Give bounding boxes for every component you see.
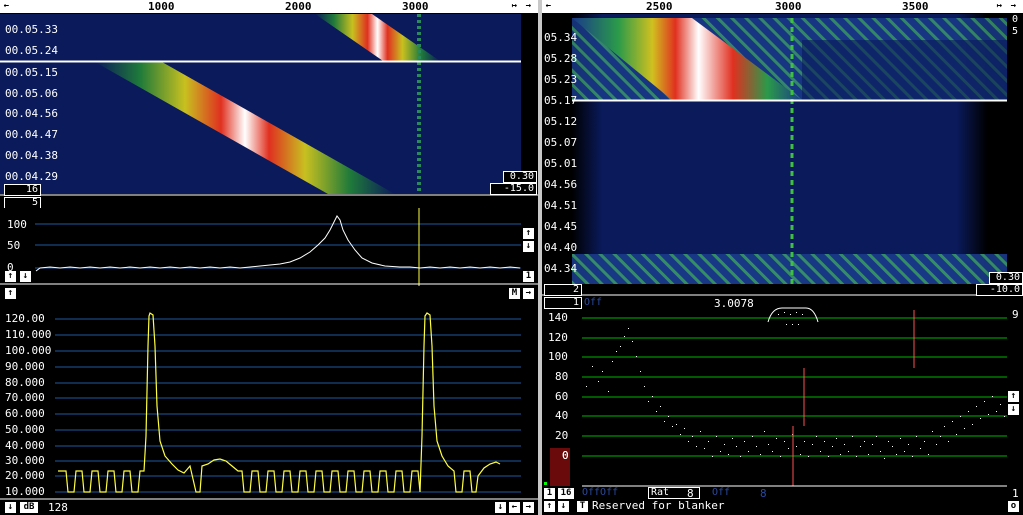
- right-top-label: 0: [1012, 14, 1019, 25]
- right-time-label: 05.34: [544, 31, 578, 44]
- right-status-1-button[interactable]: 1: [544, 488, 555, 499]
- right-time-label: 05.07: [544, 136, 578, 149]
- right-time-label: 04.45: [544, 220, 578, 233]
- right-time-label: 04.40: [544, 241, 578, 254]
- left-avg-field[interactable]: 16: [4, 184, 41, 196]
- timing-y-label: 120.00: [5, 312, 45, 325]
- blanker-status-text: Reserved for blanker: [592, 499, 725, 512]
- right-graph-panel[interactable]: 1 Off 3.0078 9 1 140 120 100 80 60 40 20…: [542, 296, 1023, 515]
- timing-y-label: 90.000: [5, 360, 45, 373]
- left-spectrum-panel[interactable]: 100 50 0 ↑ ↓ ↑ ↓ 1: [0, 208, 538, 286]
- timing-down-button[interactable]: ↓: [495, 502, 506, 513]
- timing-y-label: 110.000: [5, 328, 52, 341]
- right-graph-y-label: 80: [555, 370, 569, 383]
- right-graph-y-label: 100: [548, 350, 568, 363]
- right-status-16-button[interactable]: 16: [558, 488, 574, 499]
- timing-sample-count: 128: [48, 501, 68, 514]
- left-waterfall-image: [0, 14, 538, 196]
- left-time-label: 00.04.29: [5, 170, 58, 183]
- right-scroll-down-button[interactable]: ↓: [558, 501, 569, 512]
- right-graph-y-label: 40: [555, 409, 569, 422]
- right-time-label: 05.01: [544, 157, 578, 170]
- right-graph-y-label: 20: [555, 429, 569, 442]
- right-graph-scatter: [586, 312, 1005, 459]
- right-frequency-readout: 3.0078: [714, 297, 754, 310]
- right-time-label: 05.23: [544, 73, 578, 86]
- right-graph-down-button[interactable]: ↓: [1008, 404, 1019, 415]
- timing-mode-button[interactable]: M: [509, 288, 520, 299]
- right-side-label-bottom: 1: [1012, 487, 1019, 500]
- timing-graph-panel[interactable]: 120.00 110.000 100.000 90.000 80.000 70.…: [0, 286, 538, 515]
- left-spectrum-y-label: 50: [7, 239, 21, 252]
- right-waterfall-image: [542, 14, 1023, 296]
- right-graph-plot: [544, 307, 1007, 487]
- right-avg-field[interactable]: 2: [544, 284, 582, 296]
- right-time-label: 04.34: [544, 262, 578, 275]
- left-spectrum-scroll-up[interactable]: ↑: [5, 271, 16, 282]
- right-channel-number[interactable]: 1: [544, 297, 582, 309]
- left-spectrum-avg-button[interactable]: 1: [523, 271, 534, 282]
- right-offset-field[interactable]: -10.0: [976, 284, 1023, 296]
- timing-y-label: 60.000: [5, 407, 45, 420]
- right-time-label: 05.28: [544, 52, 578, 65]
- right-time-label: 04.56: [544, 178, 578, 191]
- timing-y-label: 100.000: [5, 344, 52, 357]
- left-time-label: 00.05.15: [5, 66, 58, 79]
- left-spectrum-scroll-down[interactable]: ↓: [20, 271, 31, 282]
- left-time-label: 00.04.38: [5, 149, 58, 162]
- right-time-label: 04.51: [544, 199, 578, 212]
- left-time-label: 00.05.06: [5, 87, 58, 100]
- timing-db-button[interactable]: dB: [20, 502, 38, 513]
- right-side-label: 9: [1012, 308, 1019, 321]
- right-channel-state[interactable]: Off: [584, 297, 602, 308]
- timing-y-label: 70.000: [5, 391, 45, 404]
- timing-y-label: 20.000: [5, 469, 45, 482]
- timing-y-label: 30.000: [5, 454, 45, 467]
- right-status-off[interactable]: Off: [712, 487, 730, 498]
- timing-graph-plot: [0, 312, 538, 500]
- left-time-label: 00.04.56: [5, 107, 58, 120]
- timing-y-label: 80.000: [5, 376, 45, 389]
- timing-scroll-down-button[interactable]: ↓: [5, 502, 16, 513]
- timing-jump-button[interactable]: →: [523, 288, 534, 299]
- timing-y-label: 50.000: [5, 423, 45, 436]
- right-o-button[interactable]: o: [1008, 501, 1019, 512]
- left-offset-field[interactable]: -15.0: [490, 183, 537, 195]
- right-status-offoff[interactable]: OffOff: [582, 487, 618, 498]
- left-time-label: 00.05.33: [5, 23, 58, 36]
- timing-y-label: 10.000: [5, 485, 45, 498]
- left-lin-field[interactable]: 5: [4, 197, 41, 208]
- left-waterfall-panel[interactable]: 1000 2000 3000 ← ↦ → 00.05.33 00.05.24 0…: [0, 0, 538, 208]
- right-graph-up-button[interactable]: ↑: [1008, 391, 1019, 402]
- left-gain-field[interactable]: 0.30: [503, 171, 537, 183]
- left-spectrum-graph: [0, 208, 538, 286]
- left-time-label: 00.04.47: [5, 128, 58, 141]
- timing-scroll-up-button[interactable]: ↑: [5, 288, 16, 299]
- left-spectrum-down-button[interactable]: ↓: [523, 241, 534, 252]
- right-time-label: 05.12: [544, 115, 578, 128]
- right-level-bar-value: 0: [562, 449, 569, 462]
- right-waterfall-panel[interactable]: 2500 3000 3500 ← ↦ → 05.34 05.28 05.23 0…: [542, 0, 1023, 296]
- right-gain-field[interactable]: 0.30: [989, 272, 1023, 284]
- timing-left-button[interactable]: ←: [509, 502, 520, 513]
- right-top-label: 5: [1012, 26, 1019, 37]
- right-graph-y-label: 60: [555, 390, 569, 403]
- right-time-label: 05.17: [544, 94, 578, 107]
- right-status-off-value: 8: [760, 487, 767, 500]
- timing-y-label: 40.000: [5, 439, 45, 452]
- left-spectrum-y-label: 100: [7, 218, 27, 231]
- right-scroll-up-button[interactable]: ↑: [544, 501, 555, 512]
- right-t-button[interactable]: T: [577, 501, 588, 512]
- left-time-label: 00.05.24: [5, 44, 58, 57]
- left-spectrum-up-button[interactable]: ↑: [523, 228, 534, 239]
- right-graph-y-label: 120: [548, 331, 568, 344]
- right-graph-y-label: 140: [548, 311, 568, 324]
- timing-right-button[interactable]: →: [523, 502, 534, 513]
